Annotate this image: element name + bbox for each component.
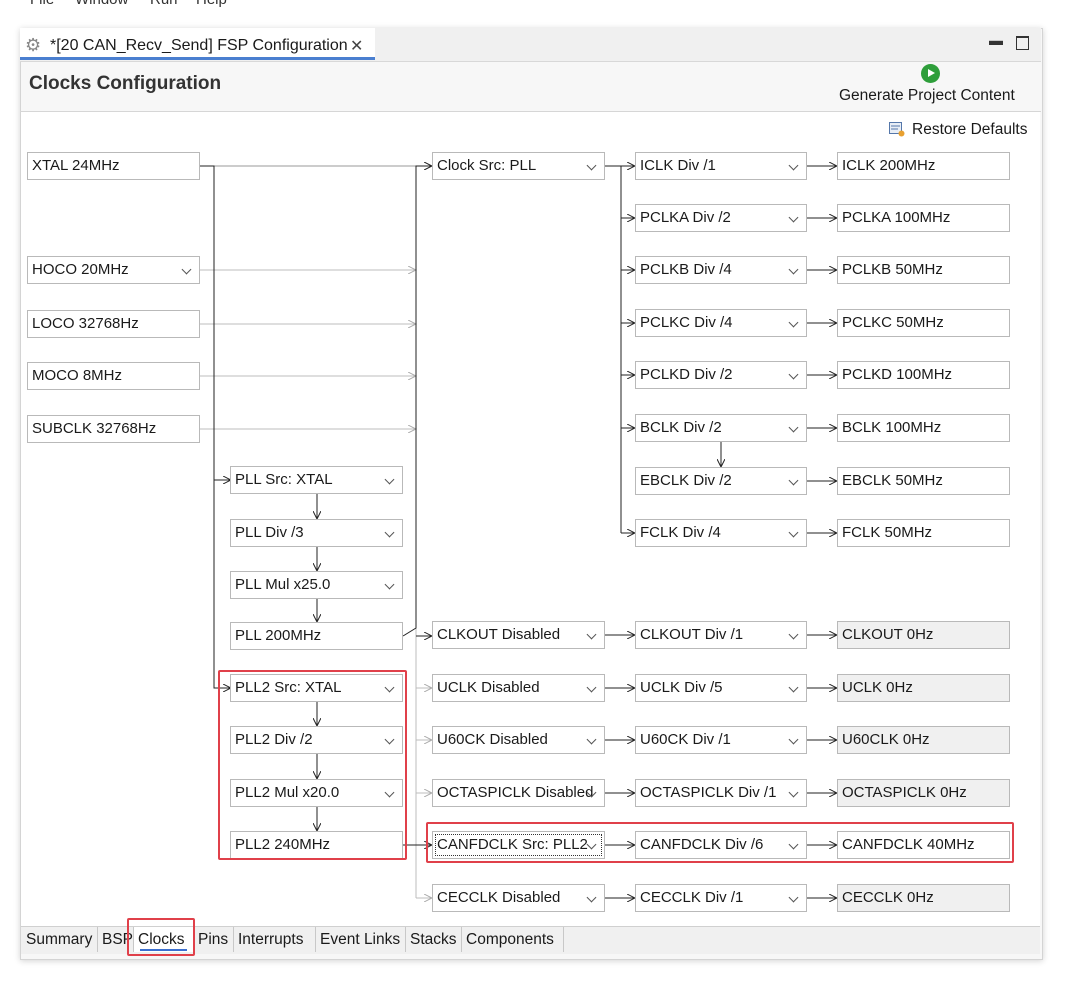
tab-components[interactable]: Components (462, 927, 564, 952)
bclk-div-select[interactable]: BCLK Div /2 (635, 414, 807, 442)
ebclk-out-box: EBCLK 50MHz (837, 467, 1010, 495)
uclk-src-select[interactable]: UCLK Disabled (432, 674, 605, 702)
canfdclk-highlight (426, 822, 1014, 863)
pll-div-select[interactable]: PLL Div /3 (230, 519, 403, 547)
tab-interrupts[interactable]: Interrupts (234, 927, 316, 952)
clocks-tab-highlight (127, 918, 195, 956)
tab-pins[interactable]: Pins (194, 927, 234, 952)
ebclk-div-select[interactable]: EBCLK Div /2 (635, 467, 807, 495)
pll-out-box: PLL 200MHz (230, 622, 403, 650)
pclkd-div-select[interactable]: PCLKD Div /2 (635, 361, 807, 389)
clkout-out-box: CLKOUT 0Hz (837, 621, 1010, 649)
pclkc-out-box: PCLKC 50MHz (837, 309, 1010, 337)
tab-stacks[interactable]: Stacks (406, 927, 462, 952)
pll-src-select[interactable]: PLL Src: XTAL (230, 466, 403, 494)
loco-box[interactable]: LOCO 32768Hz (27, 310, 200, 338)
u60clk-out-box: U60CLK 0Hz (837, 726, 1010, 754)
pclkc-div-select[interactable]: PCLKC Div /4 (635, 309, 807, 337)
u60ck-div-select[interactable]: U60CK Div /1 (635, 726, 807, 754)
uclk-div-select[interactable]: UCLK Div /5 (635, 674, 807, 702)
moco-box[interactable]: MOCO 8MHz (27, 362, 200, 390)
u60ck-src-select[interactable]: U60CK Disabled (432, 726, 605, 754)
fclk-out-box: FCLK 50MHz (837, 519, 1010, 547)
octaspiclk-src-select[interactable]: OCTASPICLK Disabled (432, 779, 605, 807)
pclkd-out-box: PCLKD 100MHz (837, 361, 1010, 389)
octaspiclk-div-select[interactable]: OCTASPICLK Div /1 (635, 779, 807, 807)
iclk-out-box: ICLK 200MHz (837, 152, 1010, 180)
xtal-box[interactable]: XTAL 24MHz (27, 152, 200, 180)
pll2-highlight (218, 670, 407, 860)
pclkb-out-box: PCLKB 50MHz (837, 256, 1010, 284)
cecclk-src-select[interactable]: CECCLK Disabled (432, 884, 605, 912)
tab-event-links[interactable]: Event Links (316, 927, 406, 952)
clock-src-select[interactable]: Clock Src: PLL (432, 152, 605, 180)
pll-mul-select[interactable]: PLL Mul x25.0 (230, 571, 403, 599)
fclk-div-select[interactable]: FCLK Div /4 (635, 519, 807, 547)
pclka-out-box: PCLKA 100MHz (837, 204, 1010, 232)
hoco-select[interactable]: HOCO 20MHz (27, 256, 200, 284)
octaspiclk-out-box: OCTASPICLK 0Hz (837, 779, 1010, 807)
tab-summary[interactable]: Summary (22, 927, 98, 952)
subclk-box[interactable]: SUBCLK 32768Hz (27, 415, 200, 443)
cecclk-out-box: CECCLK 0Hz (837, 884, 1010, 912)
clkout-src-select[interactable]: CLKOUT Disabled (432, 621, 605, 649)
pclkb-div-select[interactable]: PCLKB Div /4 (635, 256, 807, 284)
pclka-div-select[interactable]: PCLKA Div /2 (635, 204, 807, 232)
clkout-div-select[interactable]: CLKOUT Div /1 (635, 621, 807, 649)
bclk-out-box: BCLK 100MHz (837, 414, 1010, 442)
uclk-out-box: UCLK 0Hz (837, 674, 1010, 702)
cecclk-div-select[interactable]: CECCLK Div /1 (635, 884, 807, 912)
iclk-div-select[interactable]: ICLK Div /1 (635, 152, 807, 180)
